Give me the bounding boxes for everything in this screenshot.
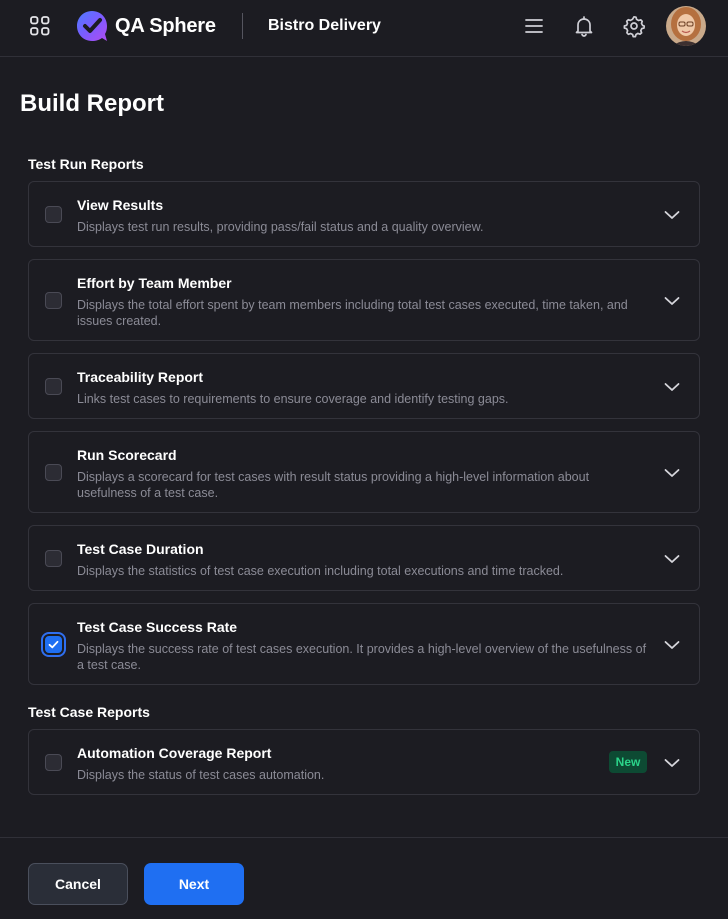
report-card-test-case-success-rate[interactable]: Test Case Success Rate Displays the succ… [28,603,700,685]
footer-bar: Cancel Next [0,837,728,919]
app-name: QA Sphere [115,15,216,37]
report-card-effort-by-team-member[interactable]: Effort by Team Member Displays the total… [28,259,700,341]
section-label-test-case-reports: Test Case Reports [28,704,150,720]
page-title: Build Report [20,90,164,117]
next-button[interactable]: Next [144,863,244,905]
report-checkbox[interactable] [45,754,62,771]
chevron-down-icon[interactable] [663,378,681,396]
gear-icon[interactable] [622,14,646,38]
report-title: Traceability Report [77,369,204,385]
cancel-button[interactable]: Cancel [28,863,128,905]
report-title: Automation Coverage Report [77,745,272,761]
report-title: Test Case Success Rate [77,619,238,635]
report-checkbox[interactable] [45,206,62,223]
report-description: Displays test run results, providing pas… [77,220,484,234]
report-checkbox[interactable] [45,292,62,309]
qa-sphere-logo-icon [75,9,111,43]
chevron-down-icon[interactable] [663,292,681,310]
project-name[interactable]: Bistro Delivery [268,17,381,35]
report-description: Displays the success rate of test cases … [77,642,647,672]
report-title: View Results [77,197,164,213]
report-card-run-scorecard[interactable]: Run Scorecard Displays a scorecard for t… [28,431,700,513]
chevron-down-icon[interactable] [663,636,681,654]
report-description: Displays the statistics of test case exe… [77,564,564,578]
report-checkbox[interactable] [45,378,62,395]
report-description: Displays the total effort spent by team … [77,298,628,328]
report-title: Run Scorecard [77,447,177,463]
report-title: Test Case Duration [77,541,204,557]
report-description: Links test cases to requirements to ensu… [77,392,509,406]
header-divider [242,13,243,39]
app-grid-icon[interactable] [29,15,51,37]
new-badge: New [609,751,647,773]
top-bar: QA Sphere Bistro Delivery [0,0,728,57]
report-checkbox[interactable] [45,550,62,567]
chevron-down-icon[interactable] [663,464,681,482]
report-card-automation-coverage-report[interactable]: Automation Coverage Report Displays the … [28,729,700,795]
report-title: Effort by Team Member [77,275,232,291]
report-checkbox[interactable] [45,464,62,481]
report-checkbox-checked[interactable] [45,636,62,653]
chevron-down-icon[interactable] [663,754,681,772]
report-card-view-results[interactable]: View Results Displays test run results, … [28,181,700,247]
section-label-test-run-reports: Test Run Reports [28,156,144,172]
bell-icon[interactable] [572,14,596,38]
chevron-down-icon[interactable] [663,550,681,568]
report-description: Displays the status of test cases automa… [77,768,325,782]
menu-icon[interactable] [522,14,546,38]
report-card-traceability-report[interactable]: Traceability Report Links test cases to … [28,353,700,419]
report-description: Displays a scorecard for test cases with… [77,470,590,500]
chevron-down-icon[interactable] [663,206,681,224]
user-avatar[interactable] [666,6,706,46]
report-card-test-case-duration[interactable]: Test Case Duration Displays the statisti… [28,525,700,591]
